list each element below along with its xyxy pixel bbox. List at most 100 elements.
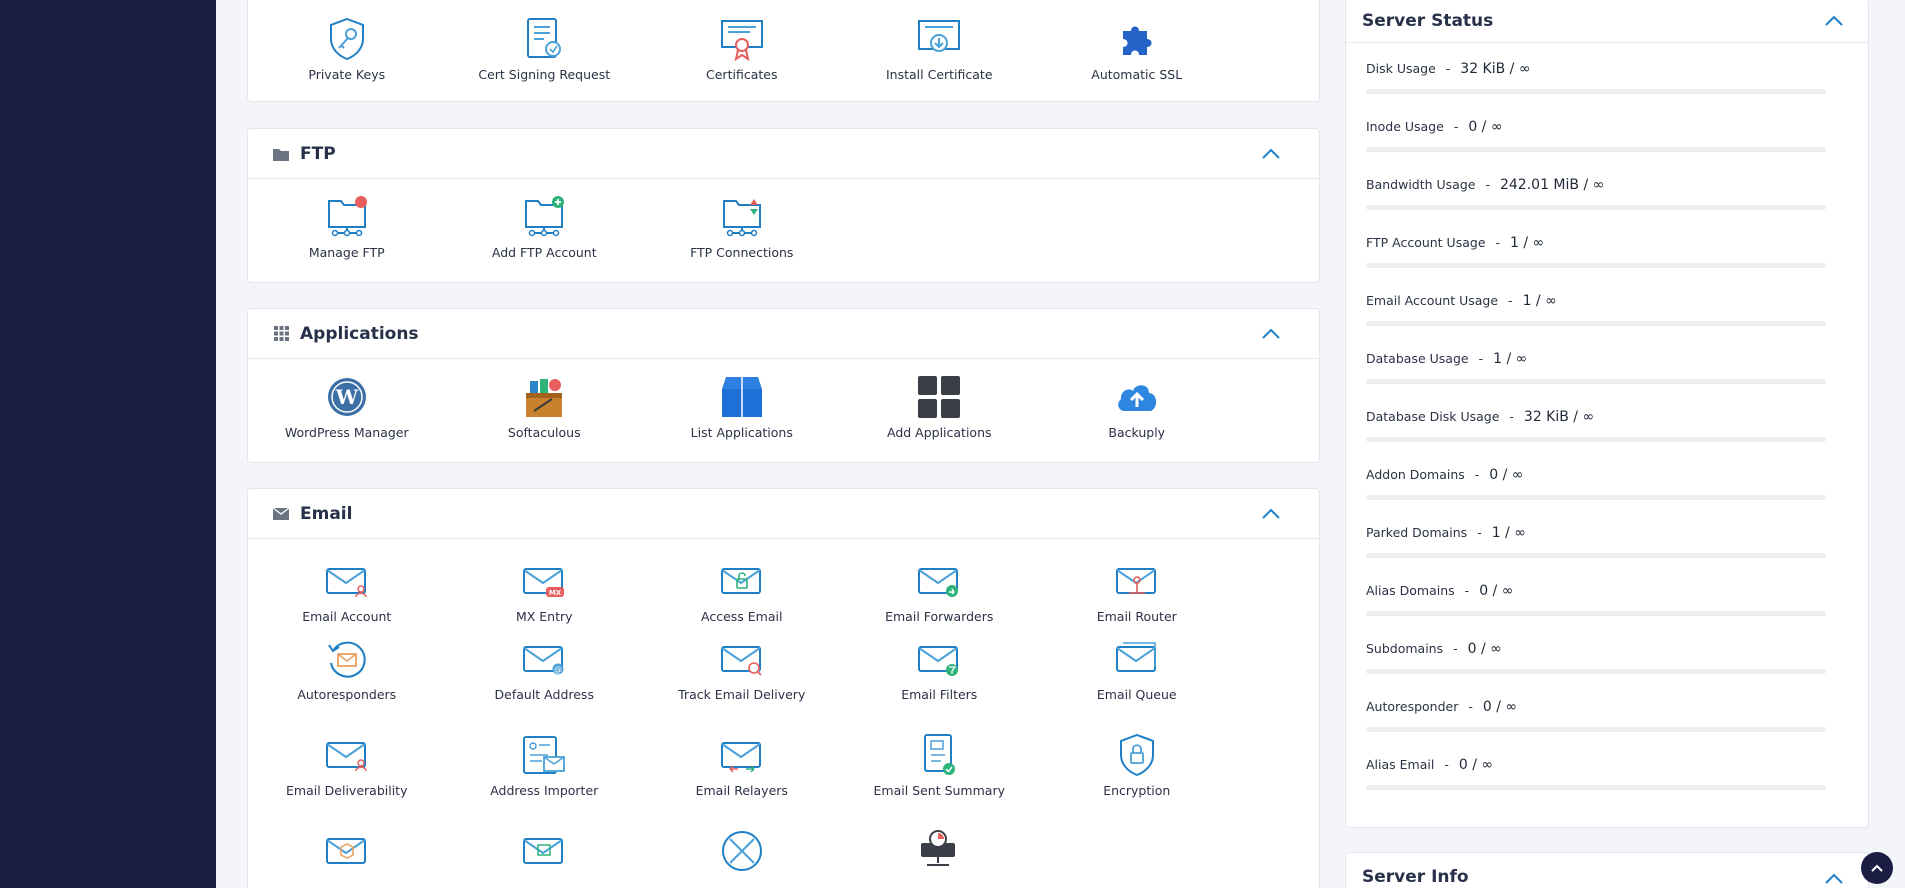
chevron-up-icon <box>1871 864 1883 872</box>
tile-default-address[interactable]: @ Default Address <box>446 635 644 731</box>
tile-label: Access Email <box>701 609 783 624</box>
email-router-icon <box>1115 559 1159 603</box>
tile-label: Encryption <box>1103 783 1171 798</box>
chevron-up-icon[interactable] <box>1824 13 1844 27</box>
stat-value: 0 / ∞ <box>1467 641 1502 657</box>
stat-database-usage: Database Usage -1 / ∞ <box>1366 351 1826 384</box>
tile-mx-entry[interactable]: MX MX Entry <box>446 539 644 635</box>
tile-email-account[interactable]: Email Account <box>248 539 446 635</box>
stat-autoresponder: Autoresponder -0 / ∞ <box>1366 699 1826 732</box>
tile-partial-4[interactable] <box>841 827 1039 887</box>
tile-encryption[interactable]: Encryption <box>1038 731 1236 827</box>
stat-label: Alias Domains <box>1366 583 1455 598</box>
tile-automatic-ssl[interactable]: Automatic SSL <box>1038 17 1236 82</box>
tile-label: Email Deliverability <box>286 783 408 798</box>
tile-email-sent-summary[interactable]: Email Sent Summary <box>841 731 1039 827</box>
tile-label: Email Account <box>302 609 392 624</box>
server-info-card[interactable]: Server Info <box>1345 852 1869 888</box>
tile-partial-2[interactable] <box>446 827 644 887</box>
tile-email-filters[interactable]: Email Filters <box>841 635 1039 731</box>
email-sent-summary-icon <box>917 733 961 777</box>
ftp-card-header[interactable]: FTP <box>248 129 1319 179</box>
tile-label: Backuply <box>1108 425 1166 440</box>
tile-backuply[interactable]: Backuply <box>1038 375 1236 440</box>
stat-row: Email Account Usage -1 / ∞ <box>1366 293 1826 309</box>
stat-value: 1 / ∞ <box>1493 351 1528 367</box>
ftp-add-icon <box>522 195 566 239</box>
tile-install-certificate[interactable]: Install Certificate <box>841 17 1039 82</box>
stat-bandwidth-usage: Bandwidth Usage -242.01 MiB / ∞ <box>1366 177 1826 210</box>
email-card-header[interactable]: Email <box>248 489 1319 539</box>
ftp-connections-icon <box>720 195 764 239</box>
install-certificate-icon <box>917 17 961 61</box>
stat-row: Inode Usage -0 / ∞ <box>1366 119 1826 135</box>
tile-label: Automatic SSL <box>1091 67 1183 82</box>
grid-icon <box>917 375 961 419</box>
sidebar <box>0 0 216 888</box>
tile-cert-signing-request[interactable]: Cert Signing Request <box>446 17 644 82</box>
server-status-title: Server Status <box>1362 10 1494 31</box>
stat-label: Email Account Usage <box>1366 293 1499 308</box>
stat-addon-domains: Addon Domains -0 / ∞ <box>1366 467 1826 500</box>
tile-softaculous[interactable]: Softaculous <box>446 375 644 440</box>
tile-manage-ftp[interactable]: Manage FTP <box>248 195 446 260</box>
tile-address-importer[interactable]: Address Importer <box>446 731 644 827</box>
tile-email-router[interactable]: Email Router <box>1038 539 1236 635</box>
server-storage-icon <box>917 829 961 873</box>
stat-separator: - <box>1509 409 1514 424</box>
tile-private-keys[interactable]: Private Keys <box>248 17 446 82</box>
stat-row: Alias Domains -0 / ∞ <box>1366 583 1826 599</box>
tile-add-applications[interactable]: Add Applications <box>841 375 1039 440</box>
tile-access-email[interactable]: Access Email <box>643 539 841 635</box>
tile-autoresponders[interactable]: Autoresponders <box>248 635 446 731</box>
tile-label: WordPress Manager <box>284 425 409 440</box>
stat-value: 0 / ∞ <box>1489 467 1524 483</box>
tile-email-deliverability[interactable]: Email Deliverability <box>248 731 446 827</box>
stat-row: Addon Domains -0 / ∞ <box>1366 467 1826 483</box>
email-queue-icon <box>1115 637 1159 681</box>
email-title: Email <box>300 503 353 524</box>
stat-value: 0 / ∞ <box>1479 583 1514 599</box>
chevron-up-icon[interactable] <box>1824 871 1844 885</box>
applications-card-header[interactable]: Applications <box>248 309 1319 359</box>
stat-separator: - <box>1453 119 1459 134</box>
stat-label: Bandwidth Usage <box>1366 177 1476 192</box>
tile-label: Email Queue <box>1096 687 1177 702</box>
tile-email-queue[interactable]: Email Queue <box>1038 635 1236 731</box>
envelope-icon <box>272 505 290 523</box>
stat-alias-email: Alias Email -0 / ∞ <box>1366 757 1826 790</box>
tile-label: Install Certificate <box>885 67 993 82</box>
stat-row: Alias Email -0 / ∞ <box>1366 757 1826 773</box>
stat-row: Parked Domains -1 / ∞ <box>1366 525 1826 541</box>
stat-value: 242.01 MiB / ∞ <box>1499 177 1605 193</box>
puzzle-icon <box>1115 17 1159 61</box>
tile-certificates[interactable]: Certificates <box>643 17 841 82</box>
scroll-to-top-button[interactable] <box>1861 852 1893 884</box>
tile-partial-3[interactable] <box>643 827 841 887</box>
access-email-icon <box>720 559 764 603</box>
tile-wordpress-manager[interactable]: W WordPress Manager <box>248 375 446 440</box>
stat-separator: - <box>1444 757 1449 772</box>
chevron-up-icon[interactable] <box>1261 146 1281 160</box>
tile-ftp-connections[interactable]: FTP Connections <box>643 195 841 260</box>
tile-track-email-delivery[interactable]: Track Email Delivery <box>643 635 841 731</box>
stat-separator: - <box>1453 641 1458 656</box>
applications-title: Applications <box>300 323 419 344</box>
tile-label: Manage FTP <box>308 245 385 260</box>
server-status-card: Server Status Disk Usage -32 KiB / ∞ Inode… <box>1345 0 1869 828</box>
tile-email-forwarders[interactable]: Email Forwarders <box>841 539 1039 635</box>
tile-partial-1[interactable] <box>248 827 446 887</box>
stat-separator: - <box>1478 351 1484 366</box>
tile-list-applications[interactable]: List Applications <box>643 375 841 440</box>
wordpress-icon: W <box>325 375 369 419</box>
tile-email-relayers[interactable]: Email Relayers <box>643 731 841 827</box>
server-status-header[interactable]: Server Status <box>1346 0 1868 43</box>
box-icon <box>720 375 764 419</box>
tile-add-ftp-account[interactable]: Add FTP Account <box>446 195 644 260</box>
chevron-up-icon[interactable] <box>1261 506 1281 520</box>
stat-progress-bar <box>1366 553 1826 558</box>
stat-label: Inode Usage <box>1366 119 1444 134</box>
stat-row: Disk Usage -32 KiB / ∞ <box>1366 61 1826 77</box>
chevron-up-icon[interactable] <box>1261 326 1281 340</box>
stat-value: 32 KiB / ∞ <box>1460 61 1531 77</box>
